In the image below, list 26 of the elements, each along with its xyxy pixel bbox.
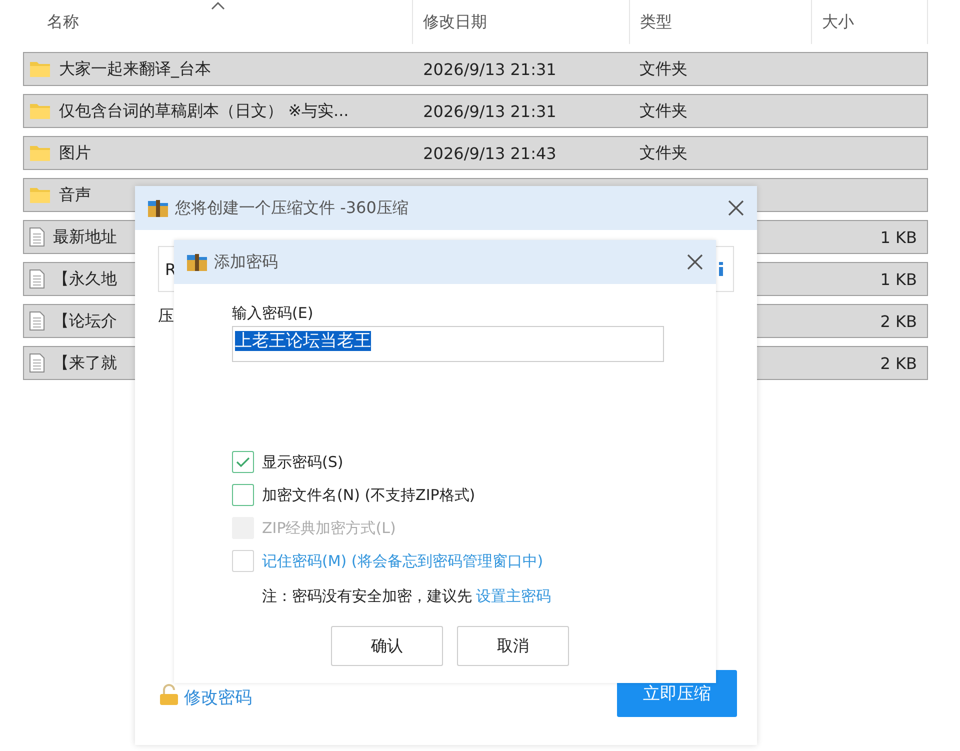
option-label: ZIP经典加密方式(L) <box>262 518 396 538</box>
file-type: 文件夹 <box>640 142 688 164</box>
file-name: 【论坛介 <box>53 310 117 332</box>
file-name: 【永久地 <box>53 268 117 290</box>
file-name: 最新地址 <box>53 226 117 248</box>
file-type: 文件夹 <box>640 58 688 80</box>
option-label: 加密文件名(N) (不支持ZIP格式) <box>262 486 476 504</box>
password-label: 输入密码(E) <box>232 304 314 323</box>
option-label: 显示密码(S) <box>262 452 344 472</box>
modified-date: 2026/9/13 21:43 <box>423 144 556 162</box>
file-name: 大家一起来翻译_台本 <box>59 58 211 80</box>
file-name: 【来了就 <box>53 352 117 374</box>
file-name: 音声 <box>59 184 91 206</box>
window-title: 您将创建一个压缩文件 -360压缩 <box>175 198 410 218</box>
file-size: 1 KB <box>880 228 917 246</box>
field-label: 压 <box>158 306 174 327</box>
modified-date: 2026/9/13 21:31 <box>423 102 556 120</box>
file-name: 仅包含台词的草稿剧本（日文） ※与实... <box>59 100 349 122</box>
file-size: 2 KB <box>880 312 917 330</box>
file-size: 2 KB <box>880 354 917 372</box>
modified-date: 2026/9/13 21:31 <box>423 60 556 78</box>
window-title: 添加密码 <box>214 252 279 272</box>
note-text: 注：密码没有安全加密，建议先 <box>262 587 472 606</box>
file-size: 1 KB <box>880 270 917 288</box>
file-type: 文件夹 <box>640 100 688 122</box>
file-name: 图片 <box>59 142 91 164</box>
